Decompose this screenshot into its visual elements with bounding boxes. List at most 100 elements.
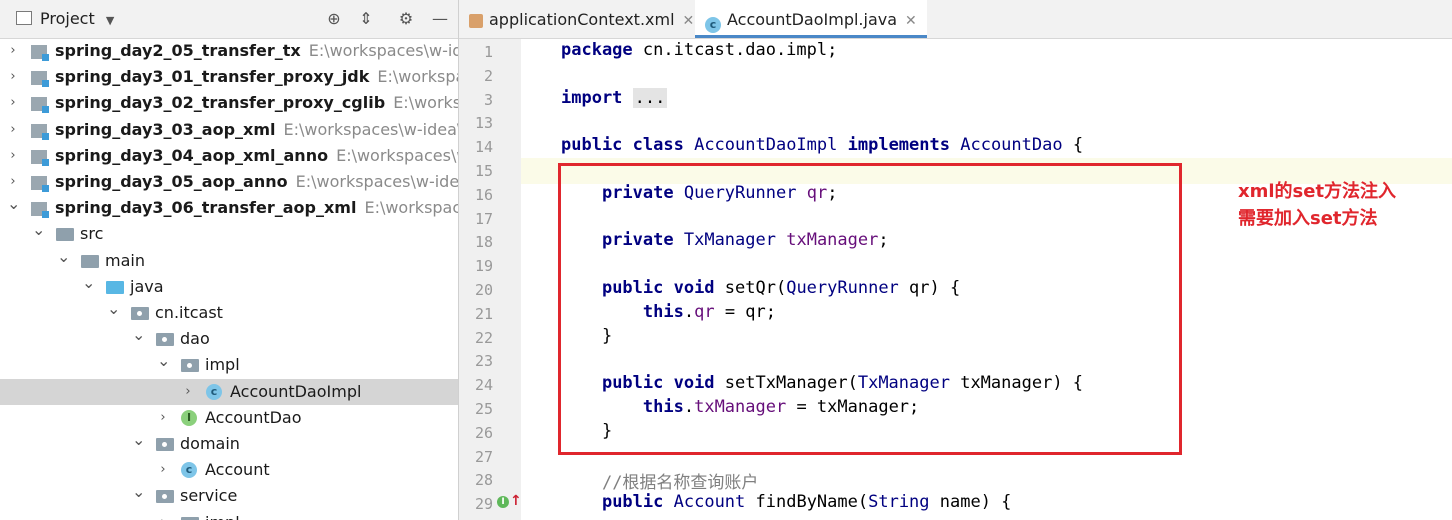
line-number: 3 [483, 90, 493, 109]
minimize-icon[interactable]: — [430, 9, 450, 29]
tree-item-impl[interactable]: › impl [0, 510, 458, 520]
tree-item-account[interactable]: › c Account [0, 457, 458, 483]
chevron-right-icon[interactable]: › [7, 38, 19, 64]
tree-item-label: domain [180, 434, 240, 453]
line-number: 18 [474, 233, 493, 252]
tree-item-label: spring_day3_03_aop_xml [55, 119, 276, 139]
line-number: 14 [474, 138, 493, 157]
tree-item-path: E:\workspaces\w-id [336, 145, 458, 165]
close-icon[interactable]: ✕ [905, 13, 917, 29]
tree-item-dao[interactable]: ⌄ dao [0, 326, 458, 352]
tab-label: applicationContext.xml [489, 10, 675, 29]
package-icon [181, 516, 199, 520]
chevron-right-icon[interactable]: › [7, 143, 19, 169]
line-number: 17 [474, 209, 493, 228]
tree-item-spring-day3-05-aop-anno[interactable]: › spring_day3_05_aop_anno E:\workspaces\w-… [0, 169, 458, 195]
chevron-down-icon[interactable]: ⌄ [82, 273, 95, 300]
code-line[interactable]: public class AccountDaoImpl implements A… [561, 135, 1083, 155]
tree-item-spring-day3-01-transfer-proxy-jdk[interactable]: › spring_day3_01_transfer_proxy_jdk E:\wor… [0, 64, 458, 90]
tree-item-src[interactable]: ⌄ src [0, 221, 458, 247]
tree-item-label: spring_day3_01_transfer_proxy_jdk [55, 67, 370, 87]
annotation-box [558, 163, 1182, 455]
chevron-right-icon[interactable]: › [7, 117, 19, 143]
tree-item-accountdao[interactable]: › I AccountDao [0, 405, 458, 431]
line-number: 1 [483, 43, 493, 61]
tree-item-spring-day3-06-transfer-aop-xml[interactable]: ⌄ spring_day3_06_transfer_aop_xml E:\works… [0, 195, 458, 221]
collapse-icon[interactable]: ⇕ [356, 9, 376, 29]
module-icon [31, 45, 49, 61]
project-view-selector[interactable]: Project ▼ [16, 9, 114, 28]
module-icon [31, 71, 49, 88]
override-arrow-icon[interactable]: ↑ [510, 493, 522, 509]
tree-item-text: spring_day3_01_transfer_proxy_jdk E:\work… [55, 64, 458, 90]
chevron-down-icon[interactable]: ⌄ [132, 431, 145, 457]
chevron-down-icon[interactable]: ⌄ [57, 247, 70, 274]
tree-item-path: E:\workspaces\w-idea\hei [283, 119, 459, 139]
line-number: 28 [474, 471, 493, 490]
tree-item-domain[interactable]: ⌄ domain [0, 431, 458, 457]
tree-item-text: spring_day3_06_transfer_aop_xml E:\worksp… [55, 195, 458, 221]
tree-item-spring-day3-04-aop-xml-anno[interactable]: › spring_day3_04_aop_xml_anno E:\workspace… [0, 143, 458, 169]
code-line[interactable]: package cn.itcast.dao.impl; [561, 40, 837, 60]
chevron-down-icon: ▼ [105, 14, 115, 27]
gear-icon[interactable]: ⚙ [396, 9, 416, 29]
tree-item-label: spring_day3_06_transfer_aop_xml [55, 198, 357, 218]
tree-item-service[interactable]: ⌄ service [0, 483, 458, 509]
tree-item-java[interactable]: ⌄ java [0, 273, 458, 300]
tab-application-context-xml[interactable]: applicationContext.xml ✕ [469, 0, 694, 38]
implements-gutter-icon[interactable]: I [497, 496, 509, 508]
line-number: 25 [474, 400, 493, 418]
close-icon[interactable]: ✕ [683, 13, 695, 29]
tree-item-label: dao [180, 329, 210, 349]
code-line[interactable]: import ... [561, 87, 668, 108]
module-icon [31, 202, 49, 219]
chevron-right-icon[interactable]: › [157, 457, 169, 483]
class-file-icon: c [705, 17, 721, 33]
line-number: 16 [474, 185, 493, 204]
module-icon [31, 97, 49, 114]
tree-item-main[interactable]: ⌄ main [0, 247, 458, 274]
line-number: 24 [474, 376, 493, 395]
code-line[interactable]: //根据名称查询账户 [561, 468, 758, 493]
chevron-down-icon[interactable]: ⌄ [132, 483, 145, 509]
code-line[interactable]: public Account findByName(String name) { [561, 492, 1011, 512]
class-icon: c [181, 462, 197, 479]
tree-item-label: spring_day3_02_transfer_proxy_cglib [55, 93, 386, 113]
line-number: 21 [474, 304, 493, 323]
chevron-down-icon[interactable]: ⌄ [32, 221, 45, 247]
module-icon [31, 176, 49, 192]
line-number: 2 [483, 66, 493, 85]
chevron-down-icon[interactable]: ⌄ [107, 300, 120, 326]
xml-file-icon [469, 14, 483, 28]
target-icon[interactable]: ⊕ [324, 9, 344, 29]
tree-item-impl[interactable]: ⌄ impl [0, 352, 458, 378]
line-number: 23 [474, 352, 493, 371]
tree-item-label: AccountDao [205, 407, 302, 427]
chevron-right-icon[interactable]: › [7, 169, 19, 195]
tree-item-label: AccountDaoImpl [230, 381, 362, 401]
tree-item-label: src [80, 224, 104, 244]
tab-account-dao-impl-java[interactable]: c AccountDaoImpl.java ✕ [695, 0, 927, 38]
chevron-right-icon[interactable]: › [157, 405, 169, 431]
tree-item-spring-day3-03-aop-xml[interactable]: › spring_day3_03_aop_xml E:\workspaces\w-i… [0, 117, 458, 143]
chevron-down-icon[interactable]: ⌄ [132, 326, 145, 352]
tree-item-cn-itcast[interactable]: ⌄ cn.itcast [0, 300, 458, 326]
tree-item-label: service [180, 486, 238, 506]
chevron-right-icon[interactable]: › [157, 510, 169, 520]
chevron-down-icon[interactable]: ⌄ [7, 195, 20, 221]
chevron-down-icon[interactable]: ⌄ [157, 352, 170, 378]
tree-item-path: E:\workspace [393, 93, 458, 113]
tree-item-accountdaoimpl[interactable]: › c AccountDaoImpl [0, 378, 458, 405]
tree-item-text: spring_day3_03_aop_xml E:\workspaces\w-id… [55, 117, 459, 143]
editor-tabs: applicationContext.xml ✕ c AccountDaoImpl.… [459, 0, 1452, 39]
tree-item-spring-day3-02-transfer-proxy-cglib[interactable]: › spring_day3_02_transfer_proxy_cglib E:\w… [0, 90, 458, 116]
tree-item-label: impl [205, 355, 240, 375]
tree-item-text: spring_day3_04_aop_xml_anno E:\workspaces… [55, 143, 458, 169]
folder-icon [56, 228, 74, 242]
chevron-right-icon[interactable]: › [7, 90, 19, 116]
tree-item-spring-day2-05-transfer-tx[interactable]: › spring_day2_05_transfer_tx E:\workspaces… [0, 38, 458, 64]
editor-area: applicationContext.xml ✕ c AccountDaoImpl.… [459, 0, 1452, 520]
chevron-right-icon[interactable]: › [182, 379, 194, 405]
chevron-right-icon[interactable]: › [7, 64, 19, 90]
project-panel: Project ▼ ⊕ ⇕ ⚙ — › spring_day2_05_transf… [0, 0, 459, 520]
